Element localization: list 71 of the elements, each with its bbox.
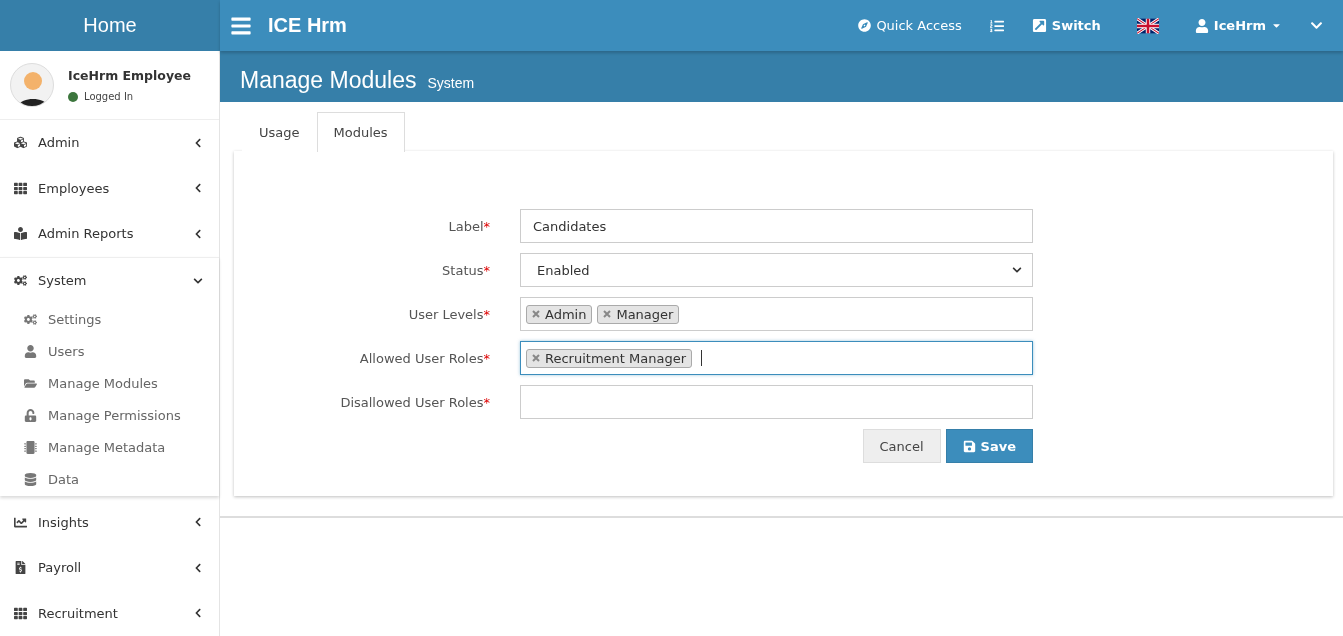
grid-icon bbox=[14, 606, 27, 620]
sidebar-subitem[interactable]: Settings bbox=[0, 303, 219, 336]
tags-field[interactable]: Recruitment Manager bbox=[520, 341, 1033, 375]
chevron-left-icon bbox=[193, 517, 203, 528]
chevron-down-icon[interactable] bbox=[1310, 19, 1323, 32]
field-label: Status* bbox=[441, 262, 490, 278]
chevron-down-icon bbox=[1012, 265, 1022, 275]
chevron-left-icon bbox=[193, 562, 203, 573]
sidebar-item[interactable]: Insights bbox=[0, 499, 219, 546]
home-brand[interactable]: Home bbox=[0, 0, 220, 51]
sidebar-subitem[interactable]: Users bbox=[0, 335, 219, 368]
chevron-down-icon bbox=[193, 275, 203, 286]
tag[interactable]: Manager bbox=[597, 304, 680, 324]
external-link-icon bbox=[1031, 18, 1047, 33]
avatar bbox=[10, 63, 54, 108]
tag[interactable]: Recruitment Manager bbox=[526, 348, 692, 368]
field-label: User Levels* bbox=[407, 306, 490, 322]
sidebar-item[interactable]: System bbox=[0, 257, 219, 304]
page-subtitle: System bbox=[427, 75, 475, 91]
chart-icon bbox=[14, 515, 27, 529]
remove-icon[interactable] bbox=[532, 354, 540, 362]
unlock-icon bbox=[24, 409, 37, 423]
quick-access-link[interactable]: Quick Access bbox=[840, 18, 980, 33]
grid-icon bbox=[14, 181, 27, 195]
tags-field[interactable]: Admin Manager bbox=[520, 297, 1033, 331]
settings-icon bbox=[24, 313, 37, 327]
settings-icon bbox=[14, 274, 27, 288]
save-button[interactable]: Save bbox=[945, 429, 1033, 463]
sidebar-item[interactable]: Employees bbox=[0, 165, 219, 212]
app-title: ICE Hrm bbox=[268, 14, 347, 37]
chevron-left-icon bbox=[193, 228, 203, 239]
user-icon bbox=[24, 345, 37, 359]
tag[interactable]: Admin bbox=[526, 304, 593, 324]
text-cursor bbox=[701, 350, 702, 366]
chip-icon bbox=[24, 441, 37, 455]
chevron-left-icon bbox=[193, 608, 203, 619]
sidebar-item[interactable]: Payroll bbox=[0, 545, 219, 591]
save-icon bbox=[962, 439, 976, 453]
folder-icon bbox=[24, 377, 37, 391]
sidebar-item[interactable]: Admin Reports bbox=[0, 211, 219, 257]
reader-icon bbox=[14, 227, 27, 241]
field-label: Label* bbox=[447, 218, 490, 234]
tab[interactable]: Modules bbox=[316, 112, 405, 152]
checklist-icon[interactable] bbox=[989, 18, 1004, 33]
sidebar-item[interactable]: Recruitment bbox=[0, 590, 219, 636]
database-icon bbox=[24, 473, 37, 487]
chevron-left-icon bbox=[193, 183, 203, 194]
sidebar-subitem[interactable]: Manage Metadata bbox=[0, 431, 219, 464]
tags-field[interactable] bbox=[520, 385, 1033, 419]
invoice-icon bbox=[14, 561, 27, 575]
status-select[interactable]: Enabled bbox=[520, 253, 1033, 287]
compass-icon bbox=[858, 19, 872, 32]
cubes-icon bbox=[14, 136, 27, 150]
chevron-left-icon bbox=[193, 137, 203, 148]
remove-icon[interactable] bbox=[532, 310, 540, 318]
page-title: Manage Modules bbox=[240, 67, 417, 94]
sidebar-subitem[interactable]: Manage Modules bbox=[0, 367, 219, 400]
field-label: Allowed User Roles* bbox=[358, 350, 490, 366]
sidebar-subitem[interactable]: Data bbox=[0, 463, 219, 496]
sidebar-item[interactable]: Admin bbox=[0, 120, 219, 166]
cancel-button[interactable]: Cancel bbox=[862, 429, 941, 463]
status-text: Logged In bbox=[84, 91, 134, 103]
user-name: IceHrm Employee bbox=[68, 68, 192, 84]
sidebar-subitem[interactable]: Manage Permissions bbox=[0, 399, 219, 432]
text-field[interactable]: Candidates bbox=[520, 209, 1033, 243]
remove-icon[interactable] bbox=[603, 310, 612, 318]
user-menu[interactable]: IceHrm bbox=[1176, 18, 1300, 33]
user-icon bbox=[1194, 18, 1209, 33]
switch-link[interactable]: Switch bbox=[1013, 18, 1119, 33]
flag-icon[interactable] bbox=[1136, 17, 1159, 34]
field-label: Disallowed User Roles* bbox=[339, 394, 490, 410]
